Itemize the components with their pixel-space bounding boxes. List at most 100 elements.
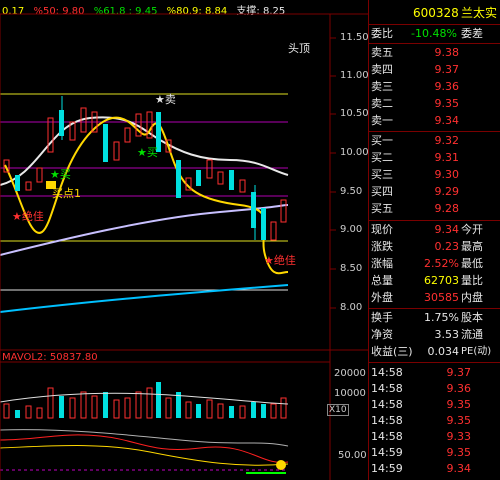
bid-row[interactable]: 买五 9.28 [369,201,500,217]
buy-point-label: 买点1 [52,187,81,200]
ask-price: 9.36 [434,80,460,93]
info-value: 0.034 [427,345,460,358]
info-row: 换手 1.75% 股本 [369,310,500,326]
volume-multiplier: X10 [327,404,349,416]
trade-price: 9.35 [446,398,472,411]
ask-label: 卖五 [371,46,393,59]
info-label: 股本 [461,311,483,324]
trade-row: 14:59 9.35 [369,445,500,461]
trade-price: 9.35 [446,414,472,427]
ask-row[interactable]: 卖一 9.34 [369,113,500,129]
indicator-tick: 50.00 [338,450,367,461]
ask-row[interactable]: 卖五 9.38 [369,45,500,61]
info-label: 净资 [371,328,393,341]
sell-signal-label: ★卖 [155,93,176,106]
stat-label: 最低 [461,257,483,270]
stock-name: 兰太实 [461,6,498,20]
ask-price: 9.37 [434,63,460,76]
price-tick: 10.50 [340,108,369,119]
ask-label: 卖三 [371,80,393,93]
trade-row: 14:58 9.33 [369,429,500,445]
trade-time: 14:58 [371,382,403,395]
price-tick: 8.50 [340,263,363,274]
ask-row[interactable]: 卖三 9.36 [369,79,500,95]
ask-price: 9.38 [434,46,460,59]
info-row: 净资 3.53 流通 [369,327,500,343]
stat-label: 总量 [371,274,393,287]
buy-signal-label: ★买 [137,146,158,159]
price-tick: 9.00 [340,224,363,235]
weicha-label: 委差 [461,27,483,40]
trade-row: 14:58 9.37 [369,365,500,381]
ask-row[interactable]: 卖四 9.37 [369,62,500,78]
trade-time: 14:59 [371,446,403,459]
stat-label: 内盘 [461,291,483,304]
trade-time: 14:58 [371,366,403,379]
stat-row: 涨幅 2.52% 最低 [369,256,500,272]
weibi-label: 委比 [371,27,393,40]
ask-label: 卖一 [371,114,393,127]
quote-panel: 600328 兰太实 委比 -10.48% 委差 卖五 9.38 卖四 9.37… [368,0,500,480]
weibi-row: 委比 -10.48% 委差 [369,26,500,42]
info-label: PE(动) [461,346,492,357]
volume-bars [0,382,289,419]
trade-row: 14:58 9.36 [369,381,500,397]
trade-price: 9.35 [446,446,472,459]
stat-row: 总量 62703 量比 [369,273,500,289]
bid-label: 买一 [371,134,393,147]
price-axis-ticks [330,37,336,309]
stat-label: 现价 [371,223,393,236]
bid-label: 买五 [371,202,393,215]
bid-price: 9.30 [434,168,460,181]
buy-signal-label: ★买 [50,168,71,181]
stat-label: 量比 [461,274,483,287]
info-value: 3.53 [434,328,460,341]
trade-row: 14:58 9.35 [369,413,500,429]
stat-label: 涨幅 [371,257,393,270]
trade-time: 14:58 [371,414,403,427]
lower-indicator [0,429,289,474]
bid-price: 9.31 [434,151,460,164]
trade-time: 14:58 [371,430,403,443]
ask-label: 卖四 [371,63,393,76]
trade-price: 9.34 [446,462,472,475]
price-tick: 11.50 [340,32,369,43]
bottom-signal-label: ★绝佳 [12,210,44,223]
bid-row[interactable]: 买一 9.32 [369,133,500,149]
bid-row[interactable]: 买四 9.29 [369,184,500,200]
trade-price: 9.36 [446,382,472,395]
stat-label: 涨跌 [371,240,393,253]
volume-tick: 10000 [334,388,366,399]
stock-header[interactable]: 600328 兰太实 [369,4,500,22]
trade-row: 14:58 9.35 [369,397,500,413]
volume-title: MAVOL2: 50837.80 [2,352,98,363]
bid-row[interactable]: 买二 9.31 [369,150,500,166]
trade-time: 14:59 [371,462,403,475]
info-label: 流通 [461,328,483,341]
bid-price: 9.29 [434,185,460,198]
stat-value: 30585 [424,291,459,304]
bid-label: 买四 [371,185,393,198]
info-row: 收益(三) 0.034 PE(动) [369,344,500,360]
kline-svg [0,13,368,480]
bid-price: 9.32 [434,134,460,147]
stat-value: 2.52% [424,257,459,270]
bid-row[interactable]: 买三 9.30 [369,167,500,183]
head-top-label: 头顶 [288,42,310,55]
kline-chart-area[interactable]: 0.17 %50: 9.80 %61.8 : 9.45 %80.9: 8.84 … [0,0,369,480]
stat-value: 0.23 [434,240,460,253]
trade-time: 14:58 [371,398,403,411]
stat-value: 62703 [424,274,459,287]
bid-price: 9.28 [434,202,460,215]
weibi-value: -10.48% [411,27,457,40]
price-tick: 8.00 [340,302,363,313]
info-label: 换手 [371,311,393,324]
stat-label: 外盘 [371,291,393,304]
ma-line-yellow [4,116,289,275]
ask-price: 9.34 [434,114,460,127]
stat-value: 9.34 [434,223,460,236]
trade-price: 9.37 [446,366,472,379]
volume-tick: 20000 [334,368,366,379]
info-value: 1.75% [424,311,459,324]
ask-row[interactable]: 卖二 9.35 [369,96,500,112]
